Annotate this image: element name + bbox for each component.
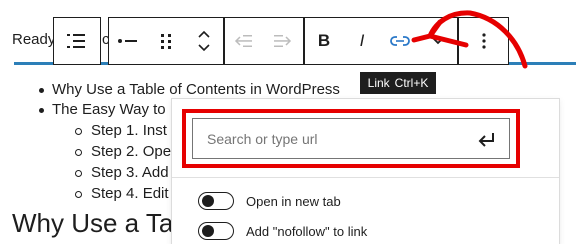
- toolbar-options-group: [458, 17, 509, 65]
- sublist-bullet: [75, 128, 82, 135]
- sublist-item: Step 3. Add: [91, 164, 169, 181]
- indent-icon: [274, 35, 292, 47]
- section-heading: Why Use a Ta: [12, 208, 174, 238]
- list-bullet: [39, 88, 44, 93]
- table-of-contents-icon: [67, 34, 85, 48]
- nofollow-label: Add "nofollow" to link: [246, 223, 368, 239]
- toolbar-block-tools-group: [108, 17, 224, 65]
- list-bullet-icon: [118, 39, 137, 43]
- sublist-item: Step 4. Edit: [91, 185, 169, 202]
- open-new-tab-option: Open in new tab: [198, 192, 341, 210]
- move-up-down-icon: [198, 30, 210, 52]
- more-rich-text-button[interactable]: [419, 18, 457, 64]
- sublist-item: Step 2. Ope: [91, 143, 172, 160]
- open-new-tab-label: Open in new tab: [246, 193, 341, 209]
- list-bullet: [39, 108, 44, 113]
- toolbar-block-type-group: [53, 17, 101, 65]
- open-new-tab-toggle[interactable]: [198, 192, 234, 210]
- nofollow-toggle[interactable]: [198, 222, 234, 240]
- tooltip-shortcut: Ctrl+K: [394, 76, 429, 90]
- enter-icon[interactable]: [477, 130, 497, 148]
- popover-divider: [172, 177, 559, 178]
- link-popover: Open in new tab Add "nofollow" to link: [171, 98, 560, 244]
- url-search-box: [192, 118, 510, 159]
- list-button[interactable]: [109, 18, 147, 64]
- toolbar-formatting-group: B I: [304, 17, 458, 65]
- drag-handle-icon: [161, 34, 171, 49]
- sublist-bullet: [75, 149, 82, 156]
- bold-button[interactable]: B: [305, 18, 343, 64]
- drag-handle-button[interactable]: [147, 18, 185, 64]
- sublist-bullet: [75, 170, 82, 177]
- background-text: Ready: [12, 31, 56, 48]
- link-tooltip: Link Ctrl+K: [360, 72, 436, 94]
- toolbar-indent-group: [224, 17, 304, 65]
- tooltip-label: Link: [367, 76, 390, 90]
- link-icon: [390, 36, 410, 46]
- outdent-button[interactable]: [225, 18, 263, 64]
- sublist-item: Step 1. Inst: [91, 122, 167, 139]
- table-of-contents-button[interactable]: [54, 18, 100, 64]
- nofollow-option: Add "nofollow" to link: [198, 222, 367, 240]
- options-button[interactable]: [459, 18, 508, 64]
- list-item: The Easy Way to: [52, 101, 166, 118]
- annotation-highlight-box: [182, 109, 520, 168]
- url-search-input[interactable]: [193, 130, 463, 147]
- list-item: Why Use a Table of Contents in WordPress: [52, 81, 340, 98]
- move-button[interactable]: [185, 18, 223, 64]
- sublist-bullet: [75, 191, 82, 198]
- chevron-down-icon: [432, 37, 444, 45]
- link-button[interactable]: [381, 18, 419, 64]
- outdent-icon: [234, 35, 252, 47]
- italic-button[interactable]: I: [343, 18, 381, 64]
- indent-button[interactable]: [263, 18, 301, 64]
- more-vertical-icon: [481, 33, 486, 49]
